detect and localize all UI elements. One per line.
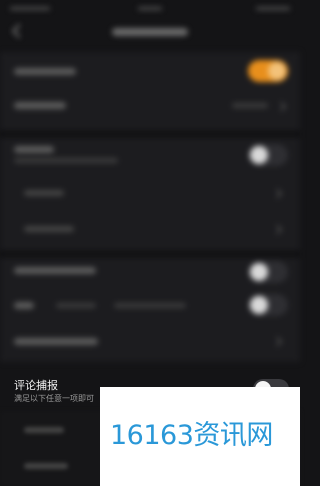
setting-hint: [56, 303, 96, 308]
section-divider: [0, 130, 300, 138]
setting-label: [14, 302, 34, 309]
setting-label: [14, 146, 54, 153]
comment-capture-description: 满足以下任意一项即可: [14, 394, 94, 403]
chevron-right-icon: [272, 188, 283, 199]
setting-hint: [114, 303, 186, 308]
section-divider: [0, 250, 300, 258]
setting-toggle-on[interactable]: [248, 60, 288, 82]
setting-label: [14, 267, 96, 274]
setting-toggle-off[interactable]: [248, 144, 288, 166]
toggle-knob: [250, 296, 268, 314]
page-title: [112, 28, 188, 36]
chevron-right-icon: [276, 101, 287, 112]
comment-capture-title: 评论捕报: [14, 379, 58, 392]
status-battery: [256, 7, 290, 10]
nav-bar: [0, 18, 300, 46]
status-carrier: [10, 7, 50, 10]
setting-label: [14, 68, 76, 75]
back-icon[interactable]: [11, 23, 27, 39]
toggle-knob: [250, 263, 268, 281]
sub-setting-label: [24, 427, 64, 433]
toggle-knob: [268, 62, 286, 80]
chevron-right-icon: [272, 224, 283, 235]
setting-toggle-off[interactable]: [248, 294, 288, 316]
toggle-knob: [250, 146, 268, 164]
settings-section-3: [0, 258, 300, 362]
setting-label: [14, 102, 66, 109]
sub-setting-label: [24, 190, 64, 196]
setting-hint: [14, 158, 118, 163]
setting-label: [14, 338, 98, 345]
setting-toggle-off[interactable]: [248, 261, 288, 283]
chevron-right-icon: [272, 336, 283, 347]
sub-setting-label: [24, 463, 68, 469]
status-bar: [0, 0, 300, 18]
setting-value: [232, 103, 268, 108]
blurred-settings-area: [0, 0, 300, 375]
watermark: 16163资讯网: [100, 387, 300, 486]
settings-section-1: [0, 52, 300, 130]
watermark-text: 16163资讯网: [110, 420, 273, 451]
settings-section-2: [0, 138, 300, 250]
sub-setting-label: [24, 226, 74, 232]
status-time: [138, 7, 162, 10]
